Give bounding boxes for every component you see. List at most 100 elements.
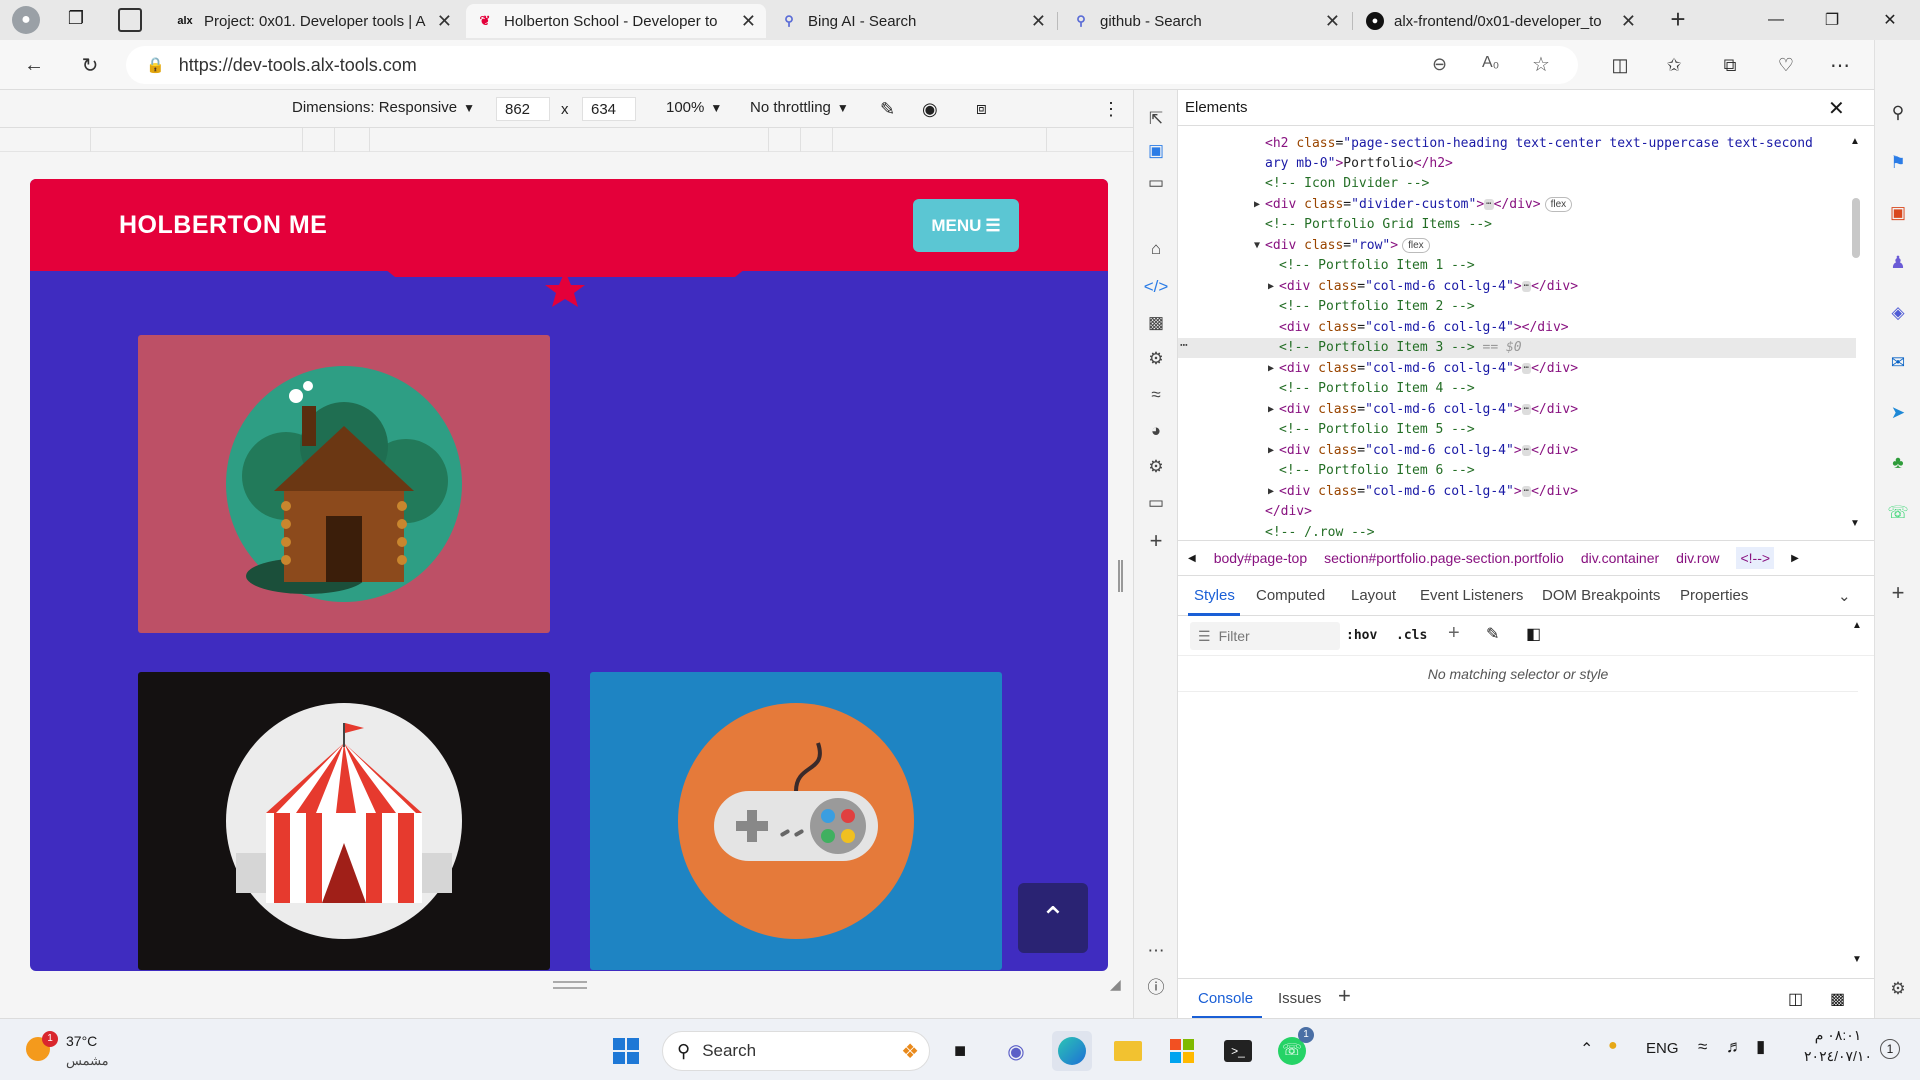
url-text[interactable]: https://dev-tools.alx-tools.com xyxy=(179,55,417,76)
sidebar-settings-icon[interactable]: ⚙ xyxy=(1883,974,1913,1004)
console-icon[interactable]: ▩ xyxy=(1141,308,1171,338)
dom-tree[interactable]: <h2 class="page-section-heading text-cen… xyxy=(1178,126,1856,576)
tab-github-search[interactable]: ⚲ github - Search ✕ xyxy=(1062,4,1350,38)
dom-line[interactable]: <div class="divider-custom"> ⋯ </div> flex xyxy=(1265,195,1573,215)
help-icon[interactable]: ⓘ xyxy=(1141,970,1171,1000)
microsoft-store-icon[interactable] xyxy=(1162,1031,1202,1071)
dom-line[interactable]: <div class="col-md-6 col-lg-4"> ⋯ </div> xyxy=(1279,359,1578,379)
menu-button[interactable]: MENU ☰ xyxy=(913,199,1019,252)
welcome-home-icon[interactable]: ⌂ xyxy=(1141,234,1171,264)
tree-icon[interactable]: ♣ xyxy=(1883,448,1913,478)
add-drawer-tab-icon[interactable]: + xyxy=(1338,983,1351,1009)
tab-styles[interactable]: Styles xyxy=(1194,587,1235,604)
dom-line[interactable]: <div class="col-md-6 col-lg-4"> ⋯ </div> xyxy=(1279,400,1578,420)
height-input[interactable]: 634 xyxy=(582,97,636,121)
breadcrumb-item[interactable]: section#portfolio.page-section.portfolio xyxy=(1324,550,1564,566)
dom-comment-selected[interactable]: <!-- Portfolio Item 3 --> == $0 xyxy=(1279,338,1522,358)
close-icon[interactable]: ✕ xyxy=(1031,11,1046,32)
close-devtools-icon[interactable]: ✕ xyxy=(1828,96,1845,121)
dom-line[interactable]: <div class="row"> flex xyxy=(1265,236,1430,256)
dom-comment[interactable]: <!-- Portfolio Item 6 --> xyxy=(1279,461,1475,481)
tab-properties[interactable]: Properties xyxy=(1680,587,1748,604)
outlook-icon[interactable]: ✉ xyxy=(1883,348,1913,378)
scroll-up-arrow-icon[interactable]: ▲ xyxy=(1850,136,1860,147)
pen-icon[interactable]: ✎ xyxy=(880,99,895,120)
dom-line[interactable]: <div class="col-md-6 col-lg-4"> ⋯ </div> xyxy=(1279,441,1578,461)
more-menu-icon[interactable]: ⋯ xyxy=(1822,48,1858,82)
corner-resize-icon[interactable]: ◢ xyxy=(1110,976,1121,993)
settings-gear-icon[interactable]: ⚙ xyxy=(1141,452,1171,482)
dock-drawer-icon[interactable]: ▩ xyxy=(1830,989,1845,1009)
more-tools-plus-icon[interactable]: + xyxy=(1141,526,1171,556)
vision-eye-icon[interactable]: ◉ xyxy=(922,99,938,120)
shopping-tag-icon[interactable]: ⚑ xyxy=(1883,148,1913,178)
expand-arrow-icon[interactable]: ▶ xyxy=(1268,445,1274,456)
vertical-tabs-icon[interactable] xyxy=(118,8,142,32)
minimize-icon[interactable]: — xyxy=(1748,0,1804,40)
workspaces-icon[interactable]: ❐ xyxy=(64,8,88,32)
hov-toggle[interactable]: :hov xyxy=(1346,628,1377,643)
close-window-icon[interactable]: ✕ xyxy=(1862,0,1918,40)
dom-line[interactable]: <div class="col-md-6 col-lg-4"> ⋯ </div> xyxy=(1279,277,1578,297)
dom-comment[interactable]: <!-- Portfolio Item 5 --> xyxy=(1279,420,1475,440)
split-screen-icon[interactable]: ◫ xyxy=(1602,48,1638,82)
file-explorer-icon[interactable] xyxy=(1108,1031,1148,1071)
media-query-ruler[interactable] xyxy=(0,128,1133,152)
whatsapp-taskbar-icon[interactable]: ☏ 1 xyxy=(1272,1027,1314,1071)
refresh-icon[interactable]: ↻ xyxy=(72,48,108,82)
dom-comment[interactable]: <!-- Icon Divider --> xyxy=(1265,174,1429,194)
collapse-arrow-icon[interactable]: ▼ xyxy=(1254,240,1260,251)
chat-icon[interactable]: ◉ xyxy=(996,1031,1036,1071)
browser-essentials-icon[interactable]: ♡ xyxy=(1768,48,1804,82)
portfolio-item-game[interactable] xyxy=(590,672,1002,970)
portfolio-item-circus[interactable] xyxy=(138,672,550,970)
volume-icon[interactable]: ♬ xyxy=(1726,1037,1743,1057)
sources-bug-icon[interactable]: ⚙ xyxy=(1141,344,1171,374)
tab-computed[interactable]: Computed xyxy=(1256,587,1325,604)
tab-alx-project[interactable]: alx Project: 0x01. Developer tools | A ✕ xyxy=(166,4,462,38)
dom-line[interactable]: <div class="col-md-6 col-lg-4"></div> xyxy=(1279,318,1569,338)
drawer-tab-console[interactable]: Console xyxy=(1198,990,1253,1007)
application-icon[interactable]: ▭ xyxy=(1141,488,1171,518)
weather-widget[interactable]: 1 37°C مشمس xyxy=(26,1031,146,1071)
tab-github-repo[interactable]: ● alx-frontend/0x01-developer_to ✕ xyxy=(1356,4,1646,38)
address-bar[interactable]: 🔒 https://dev-tools.alx-tools.com ⊖ A₀ ☆ xyxy=(126,46,1578,84)
breadcrumb-item-current[interactable]: <!--> xyxy=(1736,547,1775,569)
dom-line[interactable]: </div> xyxy=(1265,502,1312,522)
wifi-icon[interactable]: ≈ xyxy=(1698,1037,1707,1057)
viewport-resize-handle[interactable] xyxy=(553,981,587,989)
throttling-dropdown[interactable]: No throttling ▼ xyxy=(750,99,849,116)
breadcrumb-item[interactable]: body#page-top xyxy=(1214,550,1307,566)
filter-input[interactable]: ☰ Filter xyxy=(1190,622,1340,650)
scroll-down-arrow-icon[interactable]: ▼ xyxy=(1850,518,1860,529)
rotate-device-icon[interactable]: ⧈ xyxy=(976,99,987,119)
clock[interactable]: ٠٨:٠١ م ٢٠٢٤/٠٧/١٠ xyxy=(1796,1027,1880,1065)
close-icon[interactable]: ✕ xyxy=(741,11,756,32)
drawer-tab-issues[interactable]: Issues xyxy=(1278,990,1321,1007)
taskbar-search[interactable]: ⚲ Search ❖ xyxy=(662,1031,930,1071)
node-actions-dots[interactable]: ⋯ xyxy=(1180,336,1188,356)
start-windows-icon[interactable] xyxy=(606,1031,646,1071)
network-status-icon[interactable]: ● xyxy=(1608,1037,1618,1055)
more-dots-icon[interactable]: ⋯ xyxy=(1141,936,1171,966)
expand-arrow-icon[interactable]: ▶ xyxy=(1268,281,1274,292)
whatsapp-icon[interactable]: ☏ xyxy=(1883,498,1913,528)
inspect-icon[interactable]: ⇱ xyxy=(1141,104,1171,134)
tab-layout[interactable]: Layout xyxy=(1351,587,1396,604)
expand-arrow-icon[interactable]: ▶ xyxy=(1268,404,1274,415)
maximize-icon[interactable]: ❐ xyxy=(1804,0,1860,40)
paint-brush-icon[interactable]: ✎ xyxy=(1486,624,1499,644)
dom-line[interactable]: <div class="col-md-6 col-lg-4"> ⋯ </div> xyxy=(1279,482,1578,502)
panel-splitter[interactable] xyxy=(1118,560,1123,592)
battery-icon[interactable]: ▮ xyxy=(1756,1037,1765,1057)
tab-dom-breakpoints[interactable]: DOM Breakpoints xyxy=(1542,587,1660,604)
lock-icon[interactable]: 🔒 xyxy=(146,56,165,74)
portfolio-item-cabin[interactable] xyxy=(138,335,550,633)
close-icon[interactable]: ✕ xyxy=(437,11,452,32)
close-icon[interactable]: ✕ xyxy=(1621,11,1636,32)
tools-briefcase-icon[interactable]: ▣ xyxy=(1883,198,1913,228)
dom-line[interactable]: <h2 class="page-section-heading text-cen… xyxy=(1265,134,1813,154)
collections-icon[interactable]: ⧉ xyxy=(1712,48,1748,82)
send-icon[interactable]: ➤ xyxy=(1883,398,1913,428)
task-view-icon[interactable]: ■ xyxy=(940,1031,980,1071)
